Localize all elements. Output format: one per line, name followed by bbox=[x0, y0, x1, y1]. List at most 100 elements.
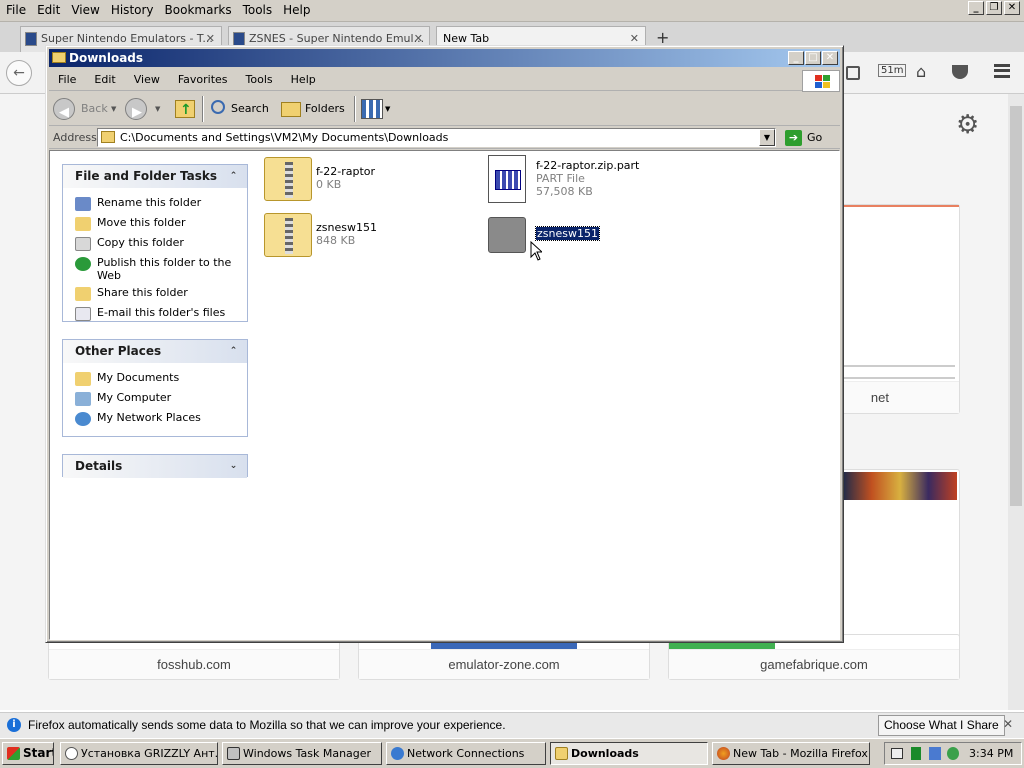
file-type: PART File bbox=[536, 172, 585, 185]
minimize-button[interactable]: _ bbox=[788, 51, 804, 65]
views-dropdown-icon: ▼ bbox=[385, 105, 391, 113]
file-item-zsnesw151-folder-selected[interactable]: zsnesw151 bbox=[488, 217, 688, 267]
forward-dropdown-icon[interactable]: ▼ bbox=[155, 96, 163, 122]
ff-menu-tools[interactable]: Tools bbox=[237, 0, 278, 17]
task-publish-folder[interactable]: Publish this folder to the Web bbox=[63, 254, 247, 284]
back-arrow-icon: ◀ bbox=[53, 98, 75, 120]
up-folder-icon: ↑ bbox=[175, 100, 195, 118]
maximize-button[interactable]: □ bbox=[805, 51, 821, 65]
network-icon bbox=[391, 747, 404, 760]
back-dropdown-icon[interactable]: ▼ bbox=[111, 96, 119, 122]
clock[interactable]: 3:34 PM bbox=[969, 747, 1013, 760]
menu-view[interactable]: View bbox=[125, 69, 169, 86]
task-rename-folder[interactable]: Rename this folder bbox=[63, 194, 247, 214]
zip-folder-icon bbox=[264, 213, 312, 257]
folder-icon bbox=[101, 131, 115, 143]
go-button[interactable]: ➔ Go bbox=[785, 127, 822, 149]
menu-tools[interactable]: Tools bbox=[237, 69, 282, 86]
close-button[interactable]: ✕ bbox=[822, 51, 838, 65]
start-button[interactable]: Start bbox=[2, 742, 54, 765]
close-notification-icon[interactable]: ✕ bbox=[1003, 717, 1013, 731]
toolbar-separator bbox=[202, 96, 204, 122]
forward-button[interactable]: ▶ bbox=[125, 96, 149, 122]
close-button[interactable]: ✕ bbox=[1004, 1, 1020, 15]
security-icon[interactable] bbox=[911, 747, 921, 760]
menu-file[interactable]: File bbox=[49, 69, 85, 86]
file-item-f-22-raptor[interactable]: f-22-raptor 0 KB bbox=[264, 157, 464, 207]
tab-title: Super Nintendo Emulators - T... bbox=[41, 32, 213, 45]
address-field[interactable]: C:\Documents and Settings\VM2\My Documen… bbox=[97, 128, 776, 147]
top-site-tile[interactable] bbox=[840, 469, 960, 649]
mouse-cursor-icon bbox=[530, 241, 542, 261]
menu-help[interactable]: Help bbox=[282, 69, 325, 86]
folder-icon bbox=[555, 747, 568, 760]
computer-icon bbox=[75, 392, 91, 406]
copy-icon bbox=[75, 237, 91, 251]
pocket-icon[interactable] bbox=[952, 65, 968, 79]
ff-menu-bookmarks[interactable]: Bookmarks bbox=[159, 0, 237, 17]
panel-header[interactable]: Other Places ⌃ bbox=[63, 340, 247, 363]
menu-edit[interactable]: Edit bbox=[85, 69, 124, 86]
expand-chevron-icon[interactable]: ⌄ bbox=[226, 459, 241, 474]
page-scrollbar[interactable] bbox=[1008, 94, 1024, 710]
taskbar-button-downloads[interactable]: Downloads bbox=[550, 742, 708, 765]
file-name-selected[interactable]: zsnesw151 bbox=[535, 226, 600, 241]
taskbar-button-grizzly[interactable]: Установка GRIZZLY Ант... bbox=[60, 742, 218, 765]
ff-menu-edit[interactable]: Edit bbox=[31, 0, 65, 17]
hamburger-menu-icon[interactable] bbox=[994, 64, 1010, 78]
collapse-chevron-icon[interactable]: ⌃ bbox=[226, 169, 241, 184]
place-my-computer[interactable]: My Computer bbox=[63, 389, 247, 409]
home-icon[interactable]: ⌂ bbox=[916, 62, 926, 81]
taskbar-button-firefox[interactable]: New Tab - Mozilla Firefox bbox=[712, 742, 870, 765]
ff-menu-help[interactable]: Help bbox=[277, 0, 315, 17]
ff-menu-file[interactable]: File bbox=[0, 0, 31, 17]
window-controls: _ □ ✕ bbox=[787, 51, 838, 65]
antivirus-tray-icon[interactable] bbox=[947, 747, 959, 760]
choose-what-i-share-button[interactable]: Choose What I Share bbox=[878, 715, 1005, 736]
restore-button[interactable]: ❐ bbox=[986, 1, 1002, 15]
timer-badge[interactable]: 51m bbox=[878, 64, 907, 77]
ff-menu-history[interactable]: History bbox=[105, 0, 159, 17]
file-item-f-22-raptor-zip-part[interactable]: f-22-raptor.zip.part PART File 57,508 KB bbox=[488, 155, 708, 205]
search-button[interactable]: Search bbox=[207, 96, 273, 122]
toolbar-separator bbox=[354, 96, 356, 122]
task-label: Publish this folder to the Web bbox=[97, 256, 232, 282]
task-share-folder[interactable]: Share this folder bbox=[63, 284, 247, 304]
explorer-titlebar[interactable]: Downloads _ □ ✕ bbox=[49, 49, 840, 67]
menu-favorites[interactable]: Favorites bbox=[169, 69, 237, 86]
selected-name-text: zsnesw151 bbox=[535, 226, 600, 241]
folders-button[interactable]: Folders bbox=[279, 96, 349, 122]
file-size: 0 KB bbox=[316, 178, 342, 191]
telemetry-notification-bar: i Firefox automatically sends some data … bbox=[0, 712, 1024, 738]
panel-title: File and Folder Tasks bbox=[75, 169, 218, 183]
task-copy-folder[interactable]: Copy this folder bbox=[63, 234, 247, 254]
taskbar-button-task-manager[interactable]: Windows Task Manager bbox=[222, 742, 382, 765]
place-my-documents[interactable]: My Documents bbox=[63, 369, 247, 389]
keyboard-icon[interactable] bbox=[891, 748, 903, 759]
panel-header[interactable]: Details ⌄ bbox=[63, 455, 247, 478]
top-site-tile[interactable]: net bbox=[840, 204, 960, 414]
address-dropdown-icon[interactable]: ▼ bbox=[759, 129, 775, 146]
task-label: Share this folder bbox=[97, 286, 188, 299]
tab-title: New Tab bbox=[443, 32, 490, 45]
newtab-settings-gear-icon[interactable]: ⚙ bbox=[956, 110, 979, 140]
views-button[interactable]: ▼ bbox=[361, 96, 393, 122]
place-label: My Network Places bbox=[97, 411, 201, 424]
minimize-button[interactable]: _ bbox=[968, 1, 984, 15]
bookmarks-library-icon[interactable] bbox=[846, 66, 860, 80]
task-move-folder[interactable]: Move this folder bbox=[63, 214, 247, 234]
ff-menu-view[interactable]: View bbox=[65, 0, 104, 17]
ff-back-icon[interactable]: ← bbox=[6, 60, 32, 86]
up-folder-button[interactable]: ↑ bbox=[173, 96, 197, 122]
collapse-chevron-icon[interactable]: ⌃ bbox=[226, 344, 241, 359]
back-button[interactable]: ◀ Back bbox=[53, 96, 115, 122]
windows-flag-icon bbox=[7, 747, 20, 760]
place-my-network-places[interactable]: My Network Places bbox=[63, 409, 247, 429]
panel-header[interactable]: File and Folder Tasks ⌃ bbox=[63, 165, 247, 188]
taskbar-button-network-connections[interactable]: Network Connections bbox=[386, 742, 546, 765]
task-email-files[interactable]: E-mail this folder's files bbox=[63, 304, 247, 324]
firefox-icon bbox=[717, 747, 730, 760]
file-item-zsnesw151-zip[interactable]: zsnesw151 848 KB bbox=[264, 213, 464, 263]
network-tray-icon[interactable] bbox=[929, 747, 941, 760]
details-panel: Details ⌄ bbox=[62, 454, 248, 478]
